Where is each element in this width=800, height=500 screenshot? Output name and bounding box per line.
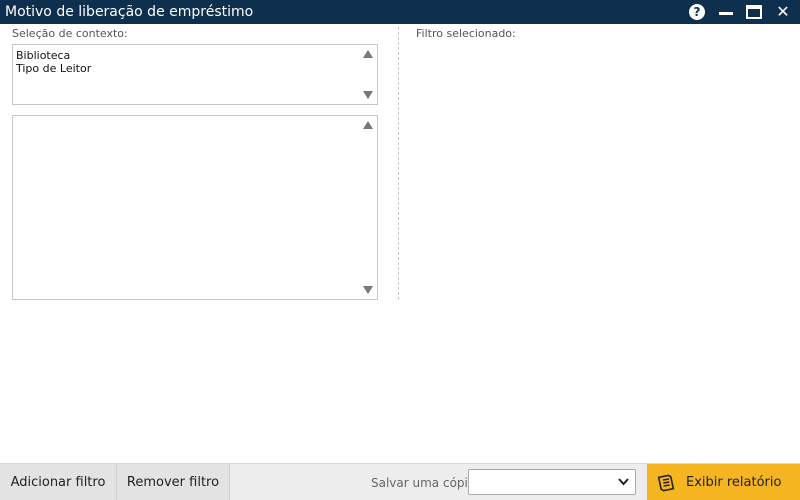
maximize-button[interactable] [740,0,768,24]
remove-filter-button[interactable]: Remover filtro [117,464,230,500]
context-values-list[interactable] [12,115,378,300]
show-report-button[interactable]: Exibir relatório [647,464,800,500]
help-icon: ? [689,4,705,20]
minimize-icon [719,11,733,15]
save-copy-select[interactable] [468,469,636,495]
help-button[interactable]: ? [683,0,711,24]
window-title: Motivo de liberação de empréstimo [5,4,254,20]
title-bar: Motivo de liberação de empréstimo ? ✕ [0,0,800,24]
report-icon [657,474,675,492]
maximize-icon [746,5,762,19]
scroll-down-icon[interactable] [363,286,373,294]
show-report-label: Exibir relatório [686,475,782,490]
scroll-down-icon[interactable] [363,91,373,99]
save-copy-label: Salvar uma cópia: [371,476,480,490]
panel-divider [398,27,399,300]
context-list[interactable]: Biblioteca Tipo de Leitor [12,44,378,105]
close-icon: ✕ [776,2,790,21]
context-item-biblioteca[interactable]: Biblioteca [16,49,91,62]
chevron-down-icon [618,478,629,486]
context-item-tipo-de-leitor[interactable]: Tipo de Leitor [16,62,91,75]
minimize-button[interactable] [712,0,740,24]
context-selection-label: Seleção de contexto: [12,27,128,40]
add-filter-button[interactable]: Adicionar filtro [0,464,117,500]
selected-filter-label: Filtro selecionado: [416,27,516,40]
scroll-up-icon[interactable] [363,121,373,129]
footer-toolbar: Adicionar filtro Remover filtro Salvar u… [0,463,800,500]
scroll-up-icon[interactable] [363,50,373,58]
close-button[interactable]: ✕ [769,0,797,24]
